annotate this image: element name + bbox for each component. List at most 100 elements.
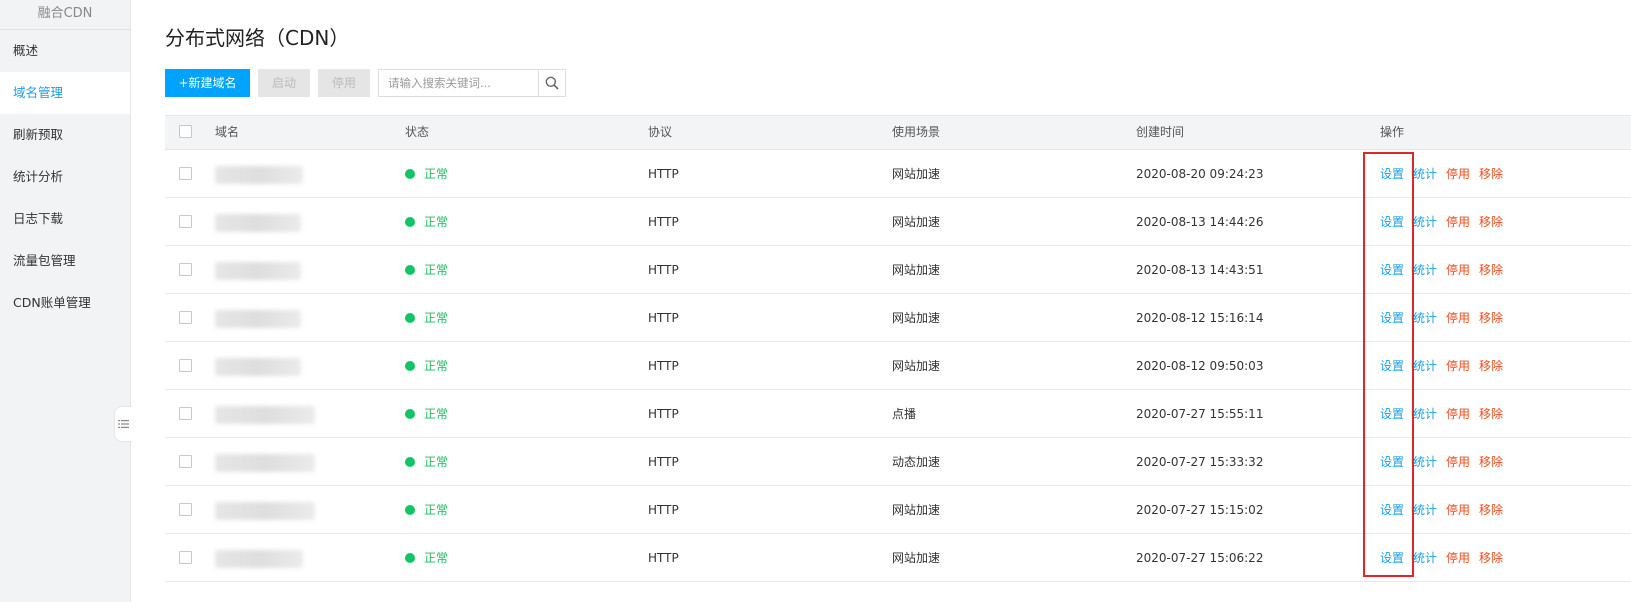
created-time-cell: 2020-07-27 15:33:32 <box>1136 455 1264 469</box>
status-text: 正常 <box>424 359 449 373</box>
domain-name-redacted <box>215 406 315 424</box>
scene-cell: 网站加速 <box>892 263 941 277</box>
status-dot-icon <box>405 313 415 323</box>
row-checkbox[interactable] <box>179 455 192 468</box>
stats-link[interactable]: 统计 <box>1413 198 1437 246</box>
table-body: 正常 HTTP 网站加速 2020-08-20 09:24:23 设置 统计 停… <box>165 150 1631 582</box>
protocol-cell: HTTP <box>648 167 679 181</box>
settings-link[interactable]: 设置 <box>1380 390 1404 438</box>
remove-link[interactable]: 移除 <box>1479 246 1503 294</box>
sidebar-item-statistics[interactable]: 统计分析 <box>0 156 130 198</box>
row-checkbox[interactable] <box>179 215 192 228</box>
sidebar-item-cdn-billing[interactable]: CDN账单管理 <box>0 282 130 324</box>
status-cell: 正常 <box>405 342 448 390</box>
created-time-cell: 2020-08-12 09:50:03 <box>1136 359 1264 373</box>
search-input[interactable] <box>379 70 538 96</box>
stats-link[interactable]: 统计 <box>1413 438 1437 486</box>
stats-link[interactable]: 统计 <box>1413 390 1437 438</box>
stop-link[interactable]: 停用 <box>1446 294 1470 342</box>
stats-link[interactable]: 统计 <box>1413 486 1437 534</box>
sidebar-nav: 概述 域名管理 刷新预取 统计分析 日志下载 流量包管理 CDN账单管理 <box>0 30 130 324</box>
select-all-checkbox[interactable] <box>179 125 192 138</box>
settings-link[interactable]: 设置 <box>1380 534 1404 582</box>
stats-link[interactable]: 统计 <box>1413 246 1437 294</box>
settings-link[interactable]: 设置 <box>1380 342 1404 390</box>
stop-link[interactable]: 停用 <box>1446 246 1470 294</box>
actions-cell: 设置 统计 停用 移除 <box>1380 342 1512 390</box>
search-box <box>378 69 566 97</box>
stop-link[interactable]: 停用 <box>1446 486 1470 534</box>
search-button[interactable] <box>538 70 565 96</box>
settings-link[interactable]: 设置 <box>1380 246 1404 294</box>
row-checkbox[interactable] <box>179 167 192 180</box>
actions-cell: 设置 统计 停用 移除 <box>1380 486 1512 534</box>
domain-name-redacted <box>215 262 301 280</box>
remove-link[interactable]: 移除 <box>1479 534 1503 582</box>
scene-cell: 网站加速 <box>892 215 941 229</box>
stats-link[interactable]: 统计 <box>1413 342 1437 390</box>
header-scene: 使用场景 <box>892 125 941 139</box>
stats-link[interactable]: 统计 <box>1413 534 1437 582</box>
table-row: 正常 HTTP 网站加速 2020-08-20 09:24:23 设置 统计 停… <box>165 150 1631 198</box>
created-time-cell: 2020-07-27 15:15:02 <box>1136 503 1264 517</box>
protocol-cell: HTTP <box>648 263 679 277</box>
sidebar-item-overview[interactable]: 概述 <box>0 30 130 72</box>
remove-link[interactable]: 移除 <box>1479 150 1503 198</box>
stop-link[interactable]: 停用 <box>1446 150 1470 198</box>
stop-button[interactable]: 停用 <box>318 69 370 97</box>
row-checkbox[interactable] <box>179 551 192 564</box>
header-actions: 操作 <box>1380 125 1405 139</box>
row-checkbox[interactable] <box>179 263 192 276</box>
settings-link[interactable]: 设置 <box>1380 486 1404 534</box>
remove-link[interactable]: 移除 <box>1479 342 1503 390</box>
collapse-sidebar-button[interactable] <box>114 406 132 442</box>
table-row: 正常 HTTP 点播 2020-07-27 15:55:11 设置 统计 停用 … <box>165 390 1631 438</box>
settings-link[interactable]: 设置 <box>1380 294 1404 342</box>
domain-name-redacted <box>215 358 301 376</box>
settings-link[interactable]: 设置 <box>1380 198 1404 246</box>
settings-link[interactable]: 设置 <box>1380 150 1404 198</box>
created-time-cell: 2020-08-20 09:24:23 <box>1136 167 1264 181</box>
sidebar-item-refresh-prefetch[interactable]: 刷新预取 <box>0 114 130 156</box>
scene-cell: 网站加速 <box>892 311 941 325</box>
search-icon <box>545 76 559 90</box>
stats-link[interactable]: 统计 <box>1413 150 1437 198</box>
stop-link[interactable]: 停用 <box>1446 534 1470 582</box>
created-time-cell: 2020-08-13 14:44:26 <box>1136 215 1264 229</box>
stats-link[interactable]: 统计 <box>1413 294 1437 342</box>
sidebar-item-traffic-package[interactable]: 流量包管理 <box>0 240 130 282</box>
status-cell: 正常 <box>405 198 448 246</box>
status-text: 正常 <box>424 167 449 181</box>
created-time-cell: 2020-08-12 15:16:14 <box>1136 311 1264 325</box>
add-domain-button[interactable]: +新建域名 <box>165 69 250 97</box>
row-checkbox[interactable] <box>179 407 192 420</box>
stop-link[interactable]: 停用 <box>1446 390 1470 438</box>
status-cell: 正常 <box>405 534 448 582</box>
protocol-cell: HTTP <box>648 215 679 229</box>
remove-link[interactable]: 移除 <box>1479 198 1503 246</box>
start-button[interactable]: 启动 <box>258 69 310 97</box>
header-status: 状态 <box>405 125 430 139</box>
domain-name-redacted <box>215 454 315 472</box>
stop-link[interactable]: 停用 <box>1446 198 1470 246</box>
remove-link[interactable]: 移除 <box>1479 486 1503 534</box>
status-cell: 正常 <box>405 246 448 294</box>
row-checkbox[interactable] <box>179 503 192 516</box>
sidebar-item-log-download[interactable]: 日志下载 <box>0 198 130 240</box>
status-text: 正常 <box>424 407 449 421</box>
domain-name-redacted <box>215 166 303 184</box>
actions-cell: 设置 统计 停用 移除 <box>1380 390 1512 438</box>
actions-cell: 设置 统计 停用 移除 <box>1380 438 1512 486</box>
remove-link[interactable]: 移除 <box>1479 294 1503 342</box>
stop-link[interactable]: 停用 <box>1446 438 1470 486</box>
status-cell: 正常 <box>405 150 448 198</box>
row-checkbox[interactable] <box>179 359 192 372</box>
status-dot-icon <box>405 265 415 275</box>
settings-link[interactable]: 设置 <box>1380 438 1404 486</box>
actions-cell: 设置 统计 停用 移除 <box>1380 246 1512 294</box>
remove-link[interactable]: 移除 <box>1479 438 1503 486</box>
row-checkbox[interactable] <box>179 311 192 324</box>
remove-link[interactable]: 移除 <box>1479 390 1503 438</box>
stop-link[interactable]: 停用 <box>1446 342 1470 390</box>
sidebar-item-domain-management[interactable]: 域名管理 <box>0 72 130 114</box>
